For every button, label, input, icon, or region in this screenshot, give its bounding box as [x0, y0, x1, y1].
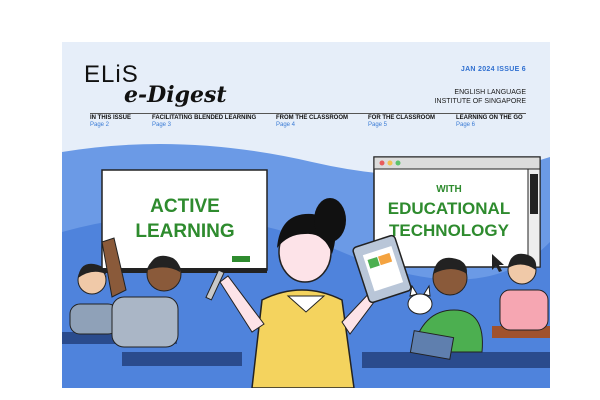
- scrollbar-thumb: [530, 174, 538, 214]
- board-text-technology: TECHNOLOGY: [389, 221, 510, 240]
- nav-item-title: IN THIS ISSUE: [90, 115, 132, 121]
- nav-item-page: Page 2: [90, 122, 110, 128]
- nav-item-title: FOR THE CLASSROOM: [368, 115, 435, 121]
- organization-name: ENGLISH LANGUAGE INSTITUTE OF SINGAPORE: [435, 88, 526, 106]
- nav-item-page: Page 3: [152, 122, 172, 128]
- nav-item-for-the-classroom[interactable]: FOR THE CLASSROOM Page 5: [368, 115, 435, 128]
- nav-item-title: FROM THE CLASSROOM: [276, 115, 348, 121]
- contents-nav: IN THIS ISSUE Page 2 FACILITATING BLENDE…: [90, 115, 526, 135]
- nav-item-learning-on-the-go[interactable]: LEARNING ON THE GO Page 6: [456, 115, 523, 128]
- left-whiteboard: ACTIVE LEARNING: [101, 169, 268, 273]
- nav-item-page: Page 6: [456, 122, 476, 128]
- nav-item-title: FACILITATING BLENDED LEARNING: [152, 115, 257, 121]
- header-divider: [90, 113, 526, 114]
- organization-line-2: INSTITUTE OF SINGAPORE: [434, 98, 526, 105]
- nav-item-from-the-classroom[interactable]: FROM THE CLASSROOM Page 4: [276, 115, 348, 128]
- board-text-learning: LEARNING: [135, 221, 234, 242]
- desk-right: [362, 352, 550, 368]
- elis-logo: ELiS e-Digest: [84, 61, 227, 107]
- window-max-dot: [395, 160, 401, 166]
- nav-item-in-this-issue[interactable]: IN THIS ISSUE Page 2: [90, 115, 131, 128]
- nav-item-title: LEARNING ON THE GO: [456, 115, 523, 121]
- issue-label: JAN 2024 ISSUE 6: [460, 66, 526, 73]
- logo-secondary-text: e-Digest: [124, 82, 227, 107]
- nav-item-page: Page 5: [368, 122, 388, 128]
- organization-line-1: ENGLISH LANGUAGE: [454, 89, 526, 96]
- window-min-dot: [387, 160, 393, 166]
- nav-item-facilitating-blended-learning[interactable]: FACILITATING BLENDED LEARNING Page 3: [152, 115, 256, 128]
- board-text-active: ACTIVE: [150, 196, 220, 217]
- nav-item-page: Page 4: [276, 122, 296, 128]
- board-text-educational: EDUCATIONAL: [388, 199, 510, 218]
- board-text-with: WITH: [436, 184, 462, 195]
- marker: [232, 256, 250, 262]
- window-close-dot: [379, 160, 385, 166]
- magazine-cover: ACTIVE LEARNING WITH EDUCATIONAL TECHNOL…: [62, 42, 550, 388]
- desk-left-front: [122, 352, 242, 366]
